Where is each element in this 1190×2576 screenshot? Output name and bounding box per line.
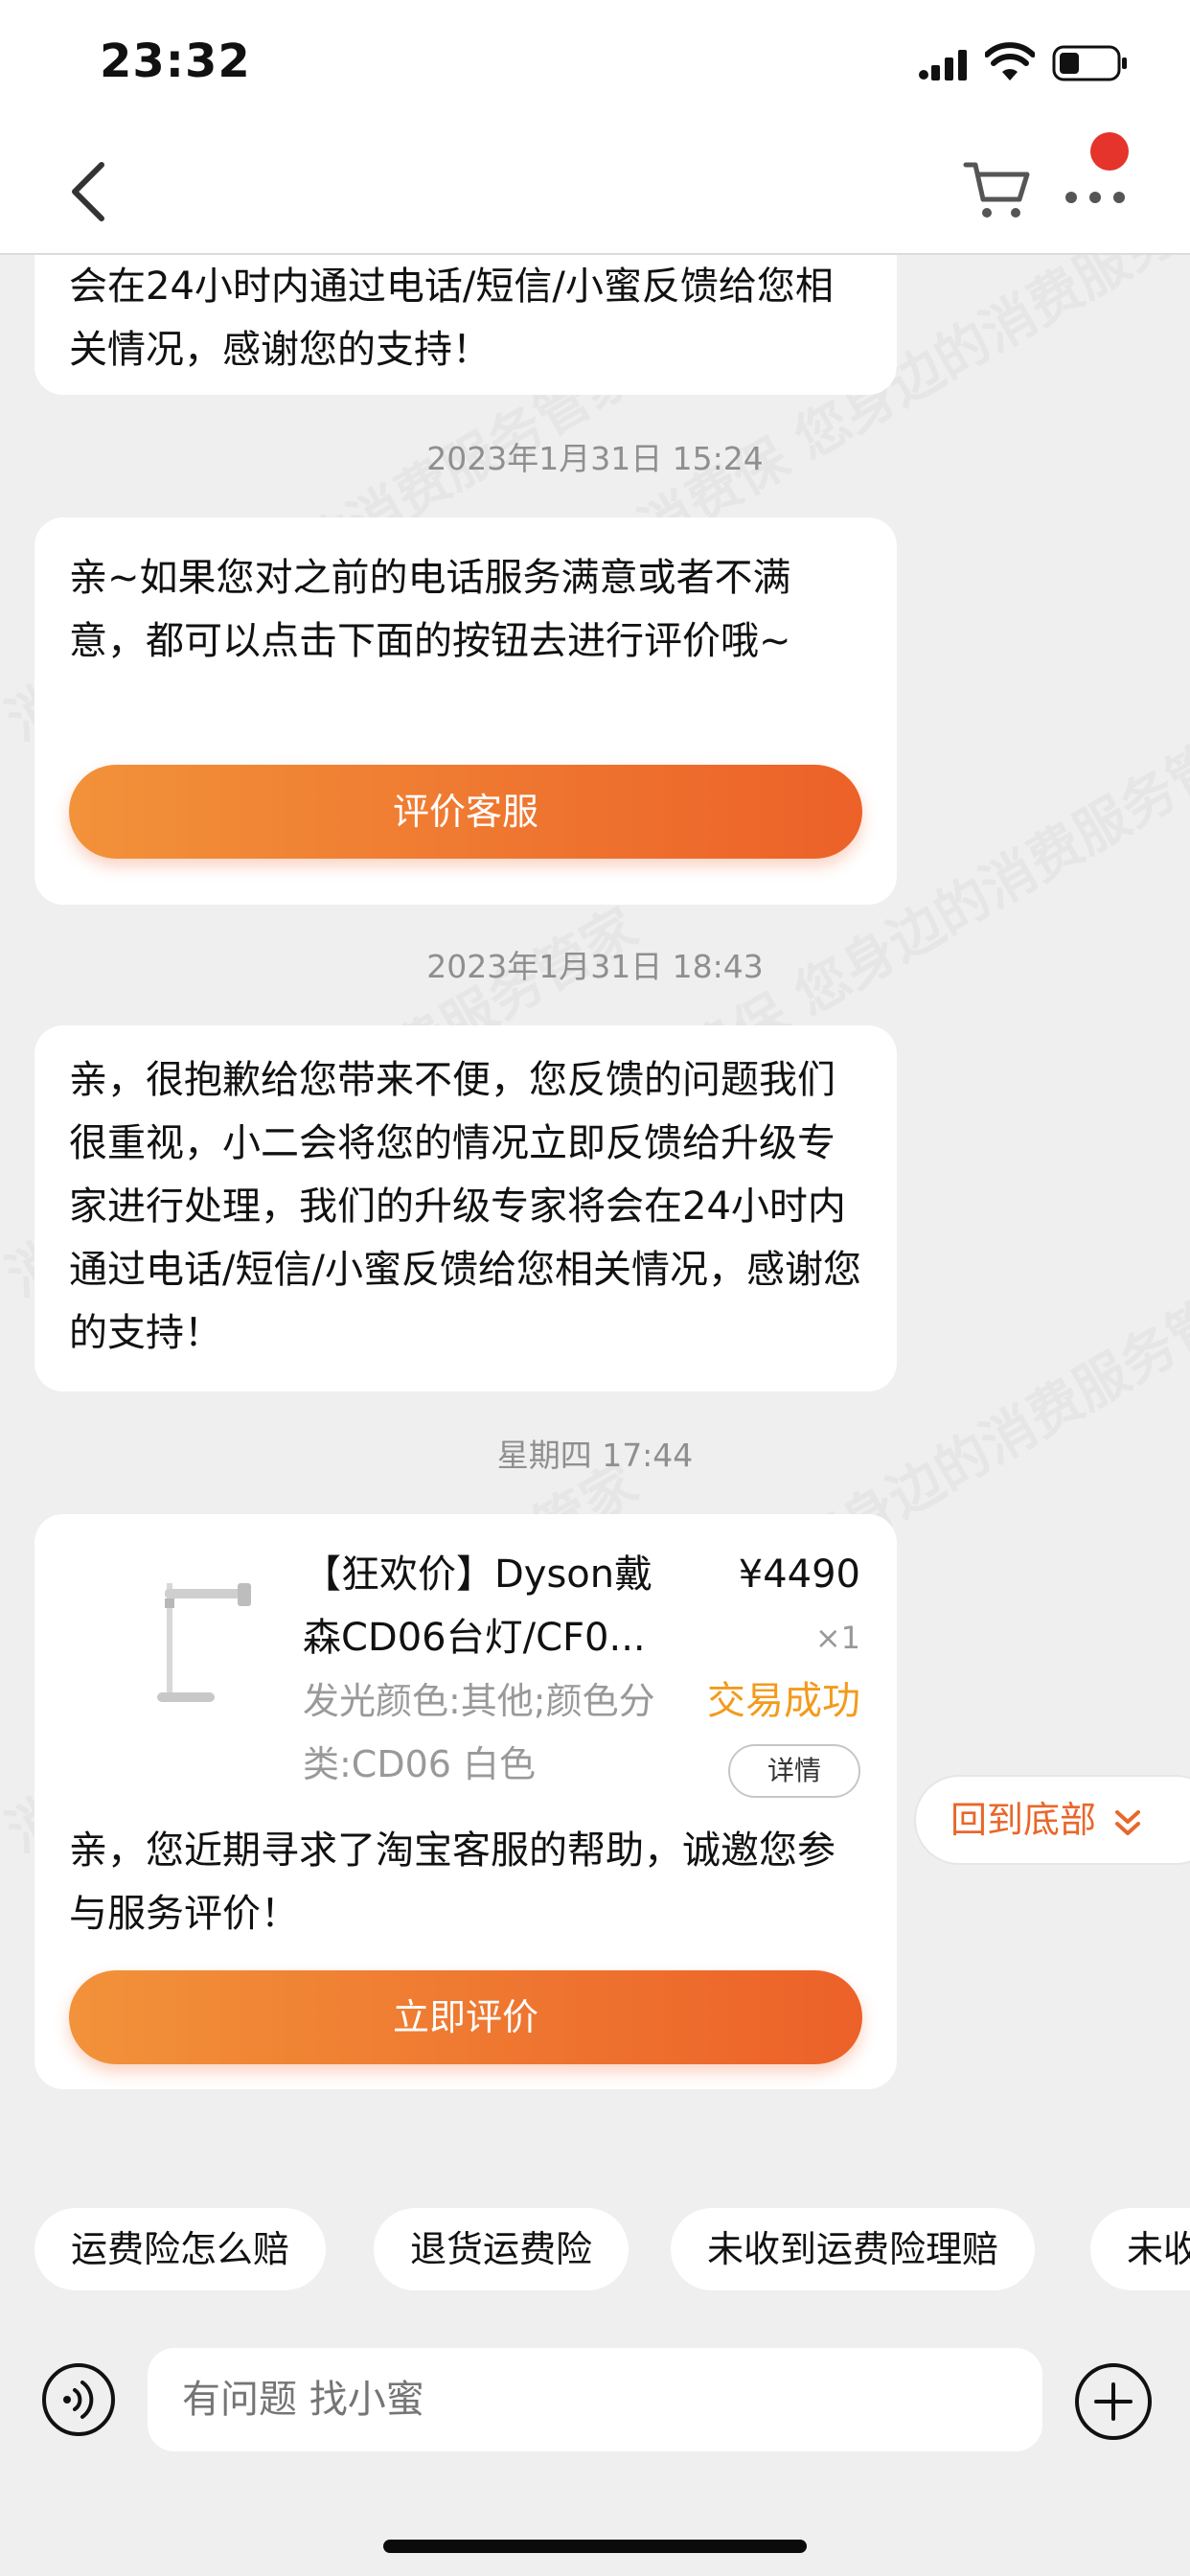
quick-reply-chip[interactable]: 未收到运费险理赔 [671, 2208, 1036, 2290]
product-lamp-image[interactable] [103, 1564, 295, 1708]
rate-service-button[interactable]: 评价客服 [69, 765, 862, 859]
wifi-icon [985, 42, 1035, 80]
chevron-left-icon[interactable] [61, 157, 119, 226]
quick-reply-chip[interactable]: 未收 [1090, 2208, 1190, 2290]
more-dots-icon[interactable] [1062, 163, 1129, 220]
status-time: 23:32 [100, 34, 251, 88]
quick-reply-chip[interactable]: 运费险怎么赔 [34, 2208, 327, 2290]
product-price: ¥4490 [738, 1552, 860, 1597]
quick-replies: 运费险怎么赔 退货运费险 未收到运费险理赔 未收 [0, 2185, 1190, 2304]
battery-icon [1052, 45, 1127, 81]
order-card: 【狂欢价】Dyson戴森CD06台灯/CF0... 发光颜色:其他;颜色分类:C… [34, 1514, 897, 2089]
message-bubble: 会在24小时内通过电话/短信/小蜜反馈给您相关情况，感谢您的支持！ [34, 255, 897, 395]
input-bar [0, 2304, 1190, 2576]
nav-bar [0, 132, 1190, 255]
double-chevron-down-icon [1115, 1809, 1141, 1835]
timestamp: 2023年1月31日 15:24 [426, 440, 764, 477]
cart-icon[interactable] [960, 151, 1035, 226]
message-input[interactable] [148, 2348, 1042, 2451]
plus-icon[interactable] [1073, 2361, 1154, 2442]
message-bubble: 亲，很抱歉给您带来不便，您反馈的问题我们很重视，小二会将您的情况立即反馈给升级专… [34, 1025, 897, 1392]
timestamp: 2023年1月31日 18:43 [426, 948, 764, 985]
product-title[interactable]: 【狂欢价】Dyson戴森CD06台灯/CF0... [303, 1543, 686, 1669]
timestamp: 星期四 17:44 [496, 1437, 694, 1474]
message-text: 亲，您近期寻求了淘宝客服的帮助，诚邀您参与服务评价！ [69, 1828, 835, 1936]
order-status: 交易成功 [707, 1679, 860, 1723]
notification-badge [1090, 132, 1129, 171]
rate-now-button[interactable]: 立即评价 [69, 1970, 862, 2064]
back-to-bottom-label: 回到底部 [950, 1799, 1097, 1841]
back-to-bottom-button[interactable]: 回到底部 [914, 1775, 1190, 1865]
order-detail-button[interactable]: 详情 [728, 1744, 860, 1798]
message-text: 会在24小时内通过电话/短信/小蜜反馈给您相关情况，感谢您的支持！ [69, 264, 834, 372]
message-text: 亲，很抱歉给您带来不便，您反馈的问题我们很重视，小二会将您的情况立即反馈给升级专… [69, 1058, 861, 1355]
product-spec: 发光颜色:其他;颜色分类:CD06 白色 [303, 1680, 655, 1785]
quick-reply-chip[interactable]: 退货运费险 [374, 2208, 629, 2290]
message-bubble: 亲~如果您对之前的电话服务满意或者不满意，都可以点击下面的按钮去进行评价哦~ 评… [34, 518, 897, 905]
message-text: 亲~如果您对之前的电话服务满意或者不满意，都可以点击下面的按钮去进行评价哦~ [69, 556, 791, 663]
status-bar: 23:32 [0, 0, 1190, 134]
timestamp: 星期六 08:51 [0, 2131, 1190, 2141]
home-indicator [383, 2540, 807, 2553]
product-quantity: ×1 [814, 1620, 860, 1656]
voice-icon[interactable] [40, 2361, 117, 2438]
signal-icon [919, 50, 967, 80]
